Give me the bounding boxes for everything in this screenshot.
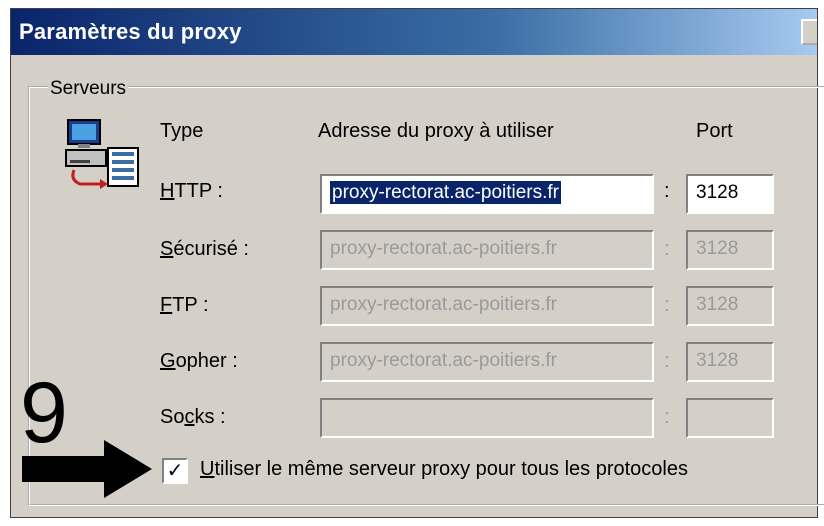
- type-column-header: Type: [160, 120, 204, 142]
- same-proxy-checkbox-label[interactable]: Utiliser le même serveur proxy pour tous…: [200, 458, 688, 481]
- socks-address-input[interactable]: [320, 398, 654, 438]
- servers-group-legend: Serveurs: [48, 78, 129, 100]
- gopher-address-input[interactable]: proxy-rectorat.ac-poitiers.fr: [320, 342, 654, 382]
- ftp-port-input[interactable]: 3128: [686, 286, 774, 326]
- http-separator: :: [664, 180, 670, 202]
- secure-label: Sécurisé :: [160, 238, 249, 260]
- socks-separator: :: [664, 406, 670, 428]
- gopher-label: Gopher :: [160, 350, 238, 372]
- gopher-port-input[interactable]: 3128: [686, 342, 774, 382]
- secure-address-input[interactable]: proxy-rectorat.ac-poitiers.fr: [320, 230, 654, 270]
- ftp-address-input[interactable]: proxy-rectorat.ac-poitiers.fr: [320, 286, 654, 326]
- secure-port-input[interactable]: 3128: [686, 230, 774, 270]
- ftp-separator: :: [664, 294, 670, 316]
- title-bar[interactable]: Paramètres du proxy: [11, 9, 817, 55]
- secure-separator: :: [664, 238, 670, 260]
- right-arrow-icon: [22, 438, 154, 505]
- socks-port-input[interactable]: [686, 398, 774, 438]
- address-column-header: Adresse du proxy à utiliser: [318, 120, 554, 142]
- network-computers-icon: [64, 118, 144, 203]
- title-bar-button[interactable]: [801, 19, 817, 45]
- dialog-title: Paramètres du proxy: [19, 19, 242, 44]
- gopher-separator: :: [664, 350, 670, 372]
- http-port-input[interactable]: 3128: [686, 174, 774, 214]
- socks-label: Socks :: [160, 406, 226, 428]
- http-label: HTTP :: [160, 180, 223, 202]
- ftp-label: FTP :: [160, 294, 209, 316]
- http-address-input[interactable]: proxy-rectorat.ac-poitiers.fr: [320, 174, 654, 214]
- port-column-header: Port: [696, 120, 733, 142]
- same-proxy-checkbox[interactable]: ✓: [162, 458, 188, 484]
